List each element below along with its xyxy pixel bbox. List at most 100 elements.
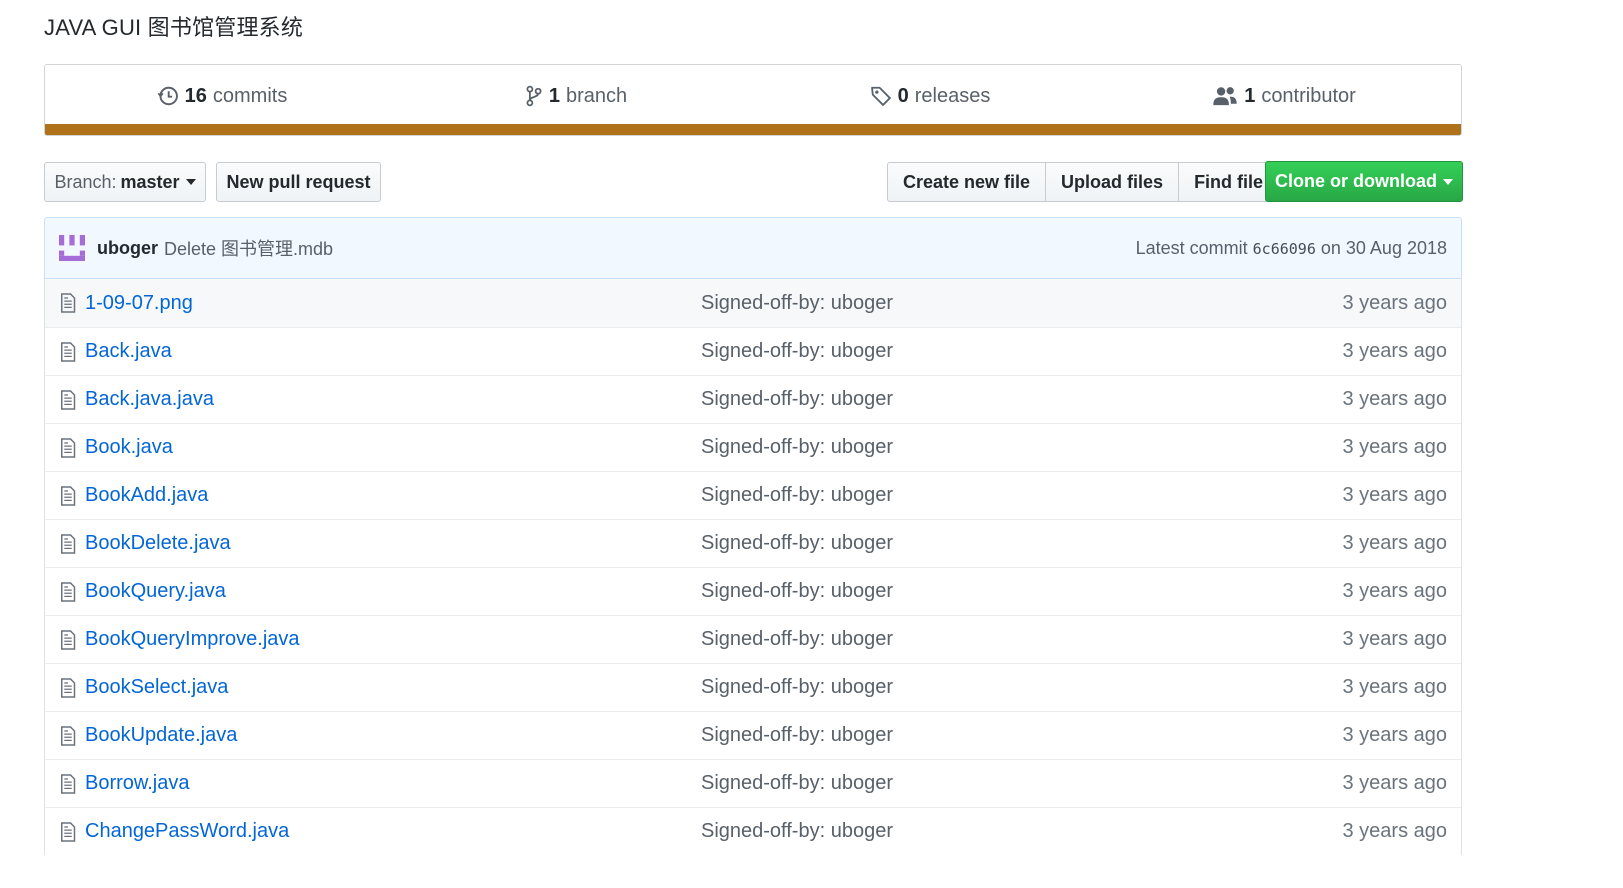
repo-page: JAVA GUI 图书馆管理系统 16 commits 1 branch 0 r… bbox=[0, 0, 1623, 888]
file-commit-message[interactable]: Signed-off-by: uboger bbox=[701, 580, 893, 603]
file-age: 3 years ago bbox=[1342, 772, 1447, 794]
commits-label: commits bbox=[212, 84, 288, 107]
language-bar[interactable] bbox=[45, 124, 1461, 135]
contributors-label: contributor bbox=[1261, 84, 1356, 107]
clone-label: Clone or download bbox=[1275, 171, 1437, 191]
contributors-link[interactable]: 1 contributor bbox=[1107, 65, 1461, 127]
file-name-link[interactable]: BookUpdate.java bbox=[85, 724, 237, 747]
file-commit-message[interactable]: Signed-off-by: uboger bbox=[701, 724, 893, 747]
file-icon bbox=[61, 678, 76, 698]
people-icon bbox=[1213, 87, 1237, 106]
file-age: 3 years ago bbox=[1342, 340, 1447, 362]
file-icon bbox=[61, 774, 76, 794]
file-row: BookSelect.java Signed-off-by: uboger 3 ye… bbox=[45, 663, 1461, 711]
new-pull-request-button[interactable]: New pull request bbox=[216, 162, 381, 202]
history-icon bbox=[157, 86, 178, 106]
file-commit-message[interactable]: Signed-off-by: uboger bbox=[701, 628, 893, 651]
file-age: 3 years ago bbox=[1342, 484, 1447, 506]
file-row: Borrow.java Signed-off-by: uboger 3 years … bbox=[45, 759, 1461, 807]
file-age: 3 years ago bbox=[1342, 291, 1447, 314]
avatar[interactable] bbox=[59, 235, 85, 261]
file-row: ChangePassWord.java Signed-off-by: uboger… bbox=[45, 807, 1461, 855]
file-commit-message[interactable]: Signed-off-by: uboger bbox=[701, 340, 893, 363]
file-row: BookQuery.java Signed-off-by: uboger 3 yea… bbox=[45, 567, 1461, 615]
contributors-count: 1 bbox=[1244, 84, 1256, 107]
caret-down-icon bbox=[1443, 178, 1453, 185]
tag-icon bbox=[870, 86, 891, 106]
file-commit-message[interactable]: Signed-off-by: uboger bbox=[701, 532, 893, 555]
file-name-link[interactable]: Borrow.java bbox=[85, 772, 190, 795]
file-commit-message[interactable]: Signed-off-by: uboger bbox=[701, 820, 893, 843]
commits-link[interactable]: 16 commits bbox=[45, 65, 399, 127]
file-name-link[interactable]: BookDelete.java bbox=[85, 532, 231, 555]
file-actions-group: Create new file Upload files Find file bbox=[887, 162, 1280, 202]
branches-count: 1 bbox=[548, 84, 560, 107]
file-row: 1-09-07.png Signed-off-by: uboger 3 years … bbox=[45, 279, 1461, 327]
file-icon bbox=[61, 342, 76, 362]
file-row: BookAdd.java Signed-off-by: uboger 3 years… bbox=[45, 471, 1461, 519]
releases-label: releases bbox=[914, 84, 991, 107]
file-commit-message[interactable]: Signed-off-by: uboger bbox=[701, 292, 893, 315]
file-name-link[interactable]: 1-09-07.png bbox=[85, 292, 193, 315]
file-icon bbox=[61, 630, 76, 650]
numbers-summary: 16 commits 1 branch 0 releases 1 contrib… bbox=[44, 64, 1462, 136]
branch-select-button[interactable]: Branch: master bbox=[44, 162, 206, 202]
file-name-link[interactable]: BookQuery.java bbox=[85, 580, 226, 603]
file-age: 3 years ago bbox=[1342, 820, 1447, 842]
file-age: 3 years ago bbox=[1342, 532, 1447, 554]
commit-sha-link[interactable]: 6c66096 bbox=[1253, 240, 1316, 258]
releases-link[interactable]: 0 releases bbox=[753, 65, 1107, 127]
file-name-link[interactable]: Back.java.java bbox=[85, 388, 214, 411]
file-name-link[interactable]: ChangePassWord.java bbox=[85, 820, 289, 843]
commit-message[interactable]: Delete 图书管理.mdb bbox=[164, 235, 333, 261]
file-list: 1-09-07.png Signed-off-by: uboger 3 years … bbox=[44, 279, 1462, 855]
file-commit-message[interactable]: Signed-off-by: uboger bbox=[701, 772, 893, 795]
file-row: BookUpdate.java Signed-off-by: uboger 3 ye… bbox=[45, 711, 1461, 759]
latest-commit-info: Latest commit 6c66096 on 30 Aug 2018 bbox=[1136, 238, 1447, 259]
repo-description: JAVA GUI 图书馆管理系统 bbox=[44, 15, 304, 40]
releases-count: 0 bbox=[897, 84, 909, 107]
file-icon bbox=[61, 438, 76, 458]
file-commit-message[interactable]: Signed-off-by: uboger bbox=[701, 484, 893, 507]
branches-link[interactable]: 1 branch bbox=[399, 65, 753, 127]
file-icon bbox=[61, 822, 76, 842]
commit-date: on 30 Aug 2018 bbox=[1320, 237, 1447, 258]
file-age: 3 years ago bbox=[1342, 388, 1447, 410]
create-new-file-button[interactable]: Create new file bbox=[887, 162, 1047, 202]
file-icon bbox=[61, 390, 76, 410]
branches-label: branch bbox=[565, 84, 628, 107]
branch-label: Branch: bbox=[54, 171, 117, 192]
latest-commit-label: Latest commit bbox=[1135, 237, 1248, 258]
file-name-link[interactable]: Book.java bbox=[85, 436, 173, 459]
clone-or-download-button[interactable]: Clone or download bbox=[1265, 161, 1463, 202]
file-commit-message[interactable]: Signed-off-by: uboger bbox=[701, 388, 893, 411]
file-age: 3 years ago bbox=[1342, 580, 1447, 602]
commits-count: 16 bbox=[184, 84, 207, 107]
file-name-link[interactable]: BookSelect.java bbox=[85, 676, 228, 699]
file-icon bbox=[61, 293, 76, 313]
file-icon bbox=[61, 534, 76, 554]
find-file-button[interactable]: Find file bbox=[1178, 162, 1280, 202]
file-row: Back.java.java Signed-off-by: uboger 3 yea… bbox=[45, 375, 1461, 423]
file-row: Back.java Signed-off-by: uboger 3 years ag… bbox=[45, 327, 1461, 375]
file-age: 3 years ago bbox=[1342, 676, 1447, 698]
file-row: BookQueryImprove.java Signed-off-by: ubog… bbox=[45, 615, 1461, 663]
file-row: BookDelete.java Signed-off-by: uboger 3 ye… bbox=[45, 519, 1461, 567]
file-age: 3 years ago bbox=[1342, 724, 1447, 746]
file-age: 3 years ago bbox=[1342, 436, 1447, 458]
upload-files-button[interactable]: Upload files bbox=[1045, 162, 1180, 202]
latest-commit-bar: uboger Delete 图书管理.mdb Latest commit 6c6… bbox=[44, 217, 1462, 279]
file-commit-message[interactable]: Signed-off-by: uboger bbox=[701, 676, 893, 699]
file-name-link[interactable]: BookQueryImprove.java bbox=[85, 628, 300, 651]
file-name-link[interactable]: Back.java bbox=[85, 340, 172, 363]
file-age: 3 years ago bbox=[1342, 628, 1447, 650]
file-name-link[interactable]: BookAdd.java bbox=[85, 484, 208, 507]
branch-value: master bbox=[120, 171, 180, 192]
file-row: Book.java Signed-off-by: uboger 3 years ag… bbox=[45, 423, 1461, 471]
file-icon bbox=[61, 726, 76, 746]
file-icon bbox=[61, 486, 76, 506]
git-branch-icon bbox=[526, 85, 542, 107]
commit-author[interactable]: uboger bbox=[97, 238, 158, 259]
file-commit-message[interactable]: Signed-off-by: uboger bbox=[701, 436, 893, 459]
caret-down-icon bbox=[185, 179, 196, 185]
